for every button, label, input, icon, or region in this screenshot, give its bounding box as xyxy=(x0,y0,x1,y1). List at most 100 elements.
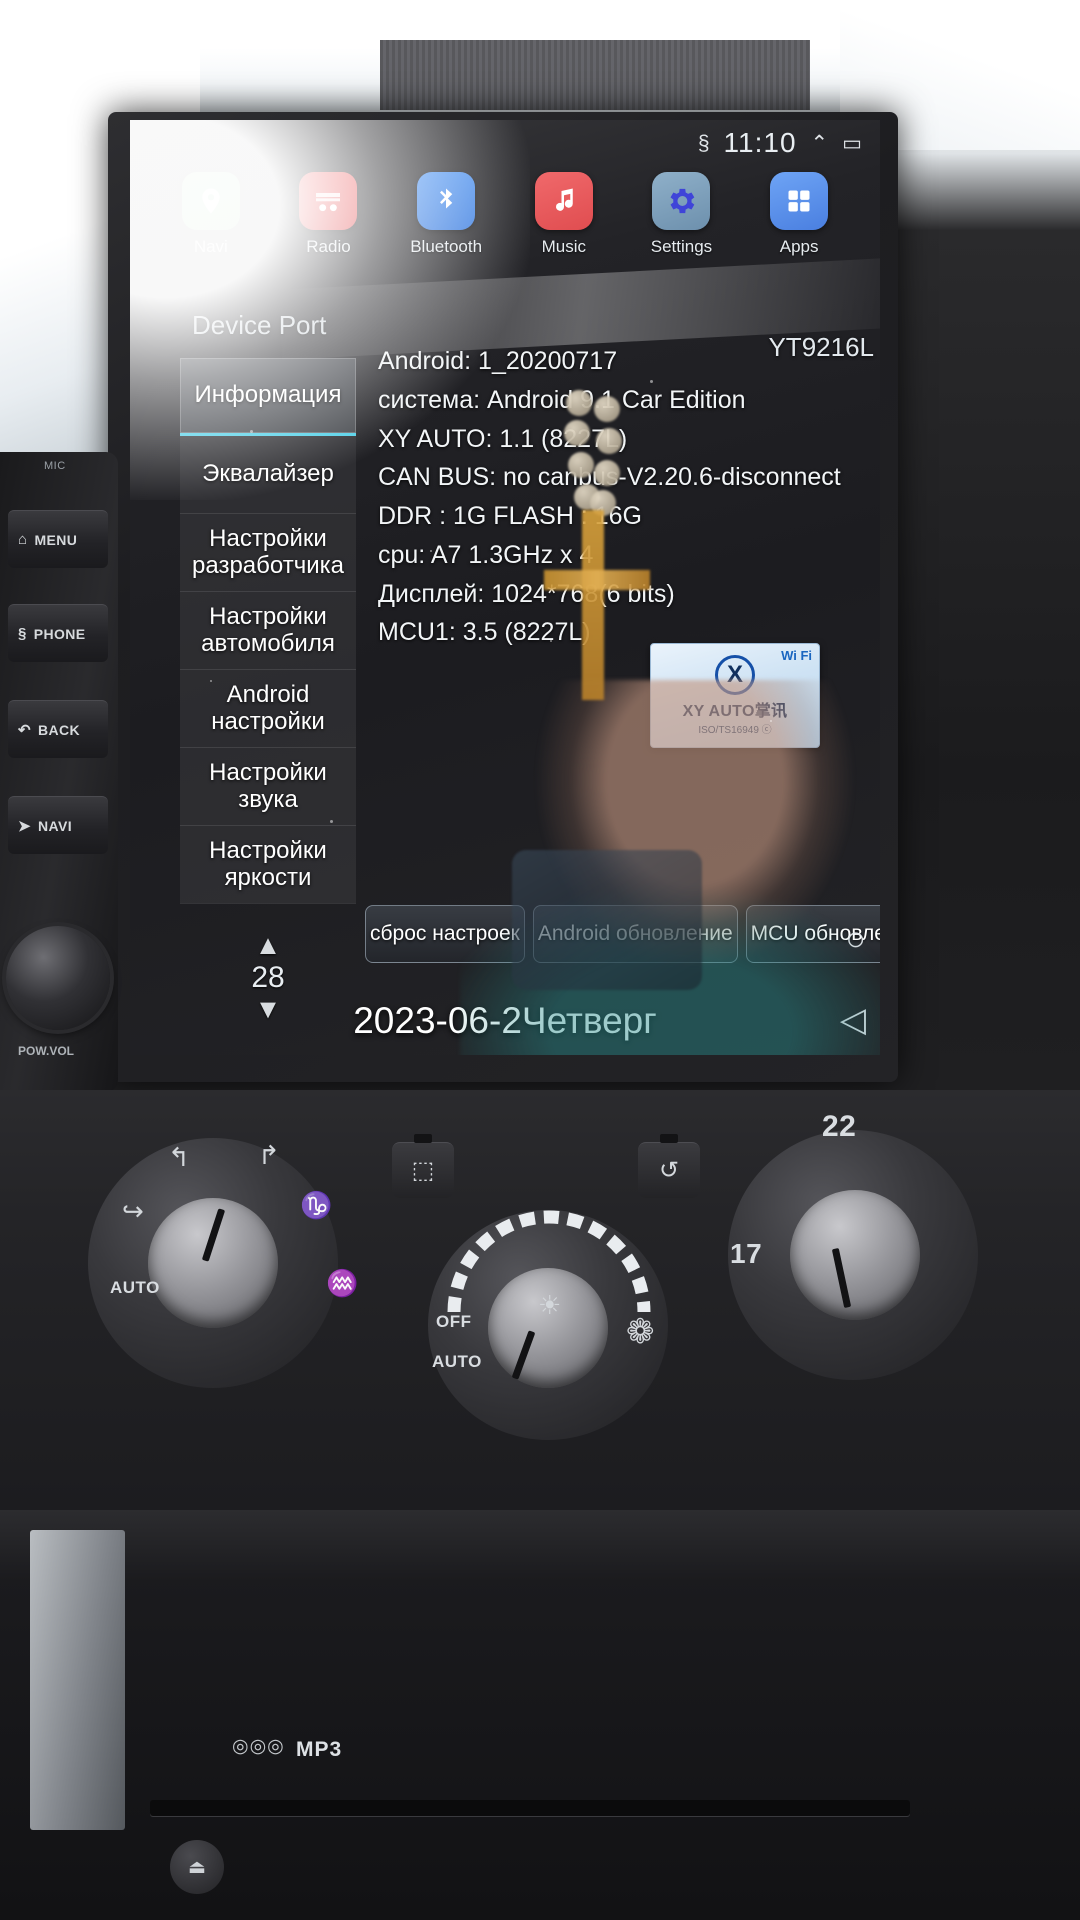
bluetooth-icon xyxy=(417,172,476,230)
home-icon: ⌂ xyxy=(18,531,28,548)
settings-window-title: Device Port xyxy=(192,310,327,340)
dock-item-bluetooth[interactable]: Bluetooth xyxy=(396,172,496,257)
action-button-row: сброс настроек Android обновление MCU об… xyxy=(365,905,880,963)
recirculation-button[interactable]: ↺ xyxy=(638,1142,700,1198)
date-text: 2023-06-2 xyxy=(353,1000,522,1041)
device-info-panel: Android: 1_20200717 система: Android 9.1… xyxy=(378,342,878,652)
power-volume-knob[interactable] xyxy=(6,926,110,1030)
dock-item-radio[interactable]: Radio xyxy=(278,172,378,257)
fan-auto-label: AUTO xyxy=(432,1352,482,1371)
dash-trim-bar xyxy=(0,1510,1080,1580)
status-bar: § 11:10 ⌃ ▭ xyxy=(130,120,880,166)
temp-high-label: 22 xyxy=(822,1110,857,1143)
dock-label-navi: Navi xyxy=(193,237,228,256)
dock-label-radio: Radio xyxy=(306,237,351,256)
factory-reset-button[interactable]: сброс настроек xyxy=(365,905,525,963)
app-dock: Navi Radio Bluetooth Music Settings Apps xyxy=(130,172,880,282)
eject-button[interactable]: ⏏ xyxy=(170,1840,224,1894)
dock-label-apps: Apps xyxy=(779,237,819,256)
compact-disc-logo-icon: ◎◎◎ xyxy=(232,1736,285,1757)
mode-auto-label: AUTO xyxy=(110,1278,160,1297)
battery-icon: ▭ xyxy=(842,131,862,155)
chevron-up-icon[interactable]: ⌃ xyxy=(811,133,829,154)
rear-defrost-icon: ⬚ xyxy=(411,1157,435,1184)
triangle-back-icon[interactable]: ◁ xyxy=(840,1000,866,1040)
status-clock: 11:10 xyxy=(723,127,797,158)
fan-off-label: OFF xyxy=(436,1312,472,1331)
info-line-android: Android: 1_20200717 xyxy=(378,347,618,375)
sidebar-item-android-settings[interactable]: Android настройки xyxy=(180,670,356,748)
menu-hardkey-label: MENU xyxy=(34,531,78,548)
info-line-cpu: cpu: A7 1.3GHz x 4 xyxy=(378,540,594,569)
grid-apps-icon xyxy=(770,172,829,230)
dock-item-navi[interactable]: Navi xyxy=(161,172,261,257)
defrost-floor-icon: ♒ xyxy=(326,1268,359,1298)
weekday-text: Четверг xyxy=(521,1000,657,1041)
silver-dash-trim xyxy=(30,1530,125,1830)
dock-label-bluetooth: Bluetooth xyxy=(410,237,483,256)
navigation-arrow-icon: ➤ xyxy=(18,817,31,835)
stepper-up-icon[interactable]: ▲ xyxy=(255,932,282,959)
circle-home-icon[interactable]: ○ xyxy=(845,920,866,959)
mp3-logo: MP3 xyxy=(296,1738,343,1761)
stepper-value: 28 xyxy=(251,961,285,994)
rear-defrost-button[interactable]: ⬚ xyxy=(392,1142,454,1198)
bluetooth-icon: § xyxy=(697,131,710,155)
bluetooth-icon: § xyxy=(18,625,27,642)
vent-face-feet-icon: ↪ xyxy=(122,1196,144,1226)
climate-control-panel: AUTO ↰ ↱ ↪ ♑ ♒ ⬚ ↺ OFF AUTO ☀ ❁ 22 17 xyxy=(0,1090,1080,1510)
iso-certification-text: ISO/TS16949 ⓒ xyxy=(698,725,772,736)
navi-hardkey[interactable]: ➤ NAVI xyxy=(8,796,108,854)
xy-auto-certification-logo: Wi Fi X XY AUTO掌讯 ISO/TS16949 ⓒ xyxy=(650,643,820,748)
xy-brand-name: XY AUTO掌讯 xyxy=(682,703,788,720)
snowflake-icon: ☀ xyxy=(538,1290,562,1320)
head-unit-screen[interactable]: § 11:10 ⌃ ▭ Navi Radio Bluetooth Music S… xyxy=(130,120,880,1055)
temp-low-label: 17 xyxy=(730,1238,763,1269)
info-line-canbus: CAN BUS: no canbus-V2.20.6-disconnect xyxy=(378,463,841,492)
return-arrow-icon: ↶ xyxy=(18,721,31,739)
phone-hardkey-label: PHONE xyxy=(33,625,86,642)
cd-insert-slot[interactable] xyxy=(150,1800,910,1816)
info-line-system: система: Android 9.1 Car Edition xyxy=(378,385,746,414)
menu-hardkey[interactable]: ⌂ MENU xyxy=(8,510,108,568)
info-line-memory: DDR : 1G FLASH : 16G xyxy=(378,502,642,530)
sidebar-item-brightness[interactable]: Настройки яркости xyxy=(180,826,356,904)
back-hardkey-label: BACK xyxy=(37,721,81,738)
vent-feet-icon: ↱ xyxy=(258,1140,280,1170)
sidebar-item-equalizer[interactable]: Эквалайзер xyxy=(180,436,356,514)
fan-icon: ❁ xyxy=(626,1313,655,1351)
gear-icon xyxy=(652,172,711,230)
dock-item-music[interactable]: Music xyxy=(514,172,614,257)
dock-item-apps[interactable]: Apps xyxy=(749,172,849,257)
settings-sidebar: Информация Эквалайзер Настройки разработ… xyxy=(180,358,356,904)
sidebar-item-information[interactable]: Информация xyxy=(180,358,356,436)
sidebar-item-developer[interactable]: Настройки разработчика xyxy=(180,514,356,592)
info-line-display: Дисплей: 1024*768(6 bits) xyxy=(378,579,675,608)
phone-hardkey[interactable]: § PHONE xyxy=(8,604,108,662)
eject-icon: ⏏ xyxy=(188,1856,206,1878)
dock-label-music: Music xyxy=(541,237,586,256)
date-overlay: 2023-06-2Четверг xyxy=(130,1000,880,1042)
defrost-windshield-icon: ♑ xyxy=(300,1190,333,1220)
dashboard-photo: § 11:10 ⌃ ▭ Navi Radio Bluetooth Music S… xyxy=(0,0,1080,1920)
music-note-icon xyxy=(534,172,593,230)
windshield-trim-mesh xyxy=(380,40,810,110)
power-volume-label: POW.VOL xyxy=(18,1044,75,1058)
mic-label: MIC xyxy=(44,460,66,472)
map-pin-icon xyxy=(181,172,240,230)
android-update-button[interactable]: Android обновление xyxy=(532,905,738,963)
vent-face-icon: ↰ xyxy=(168,1142,190,1172)
wifi-logo-text: Wi Fi xyxy=(781,648,812,663)
back-hardkey[interactable]: ↶ BACK xyxy=(8,700,108,758)
xy-brand-mark-icon: X xyxy=(715,655,755,695)
cd-deck-panel: ◎◎◎ MP3 ⏏ xyxy=(0,1510,1080,1920)
dock-item-settings[interactable]: Settings xyxy=(631,172,731,257)
dock-label-settings: Settings xyxy=(650,237,713,256)
radio-icon xyxy=(299,172,358,230)
sidebar-item-sound-settings[interactable]: Настройки звука xyxy=(180,748,356,826)
info-line-xyauto: XY AUTO: 1.1 (8227L) xyxy=(378,424,628,453)
rear-defrost-led xyxy=(414,1134,432,1143)
sidebar-item-car-settings[interactable]: Настройки автомобиля xyxy=(180,592,356,670)
air-recirculation-icon: ↺ xyxy=(658,1157,680,1184)
navi-hardkey-label: NAVI xyxy=(37,817,72,834)
